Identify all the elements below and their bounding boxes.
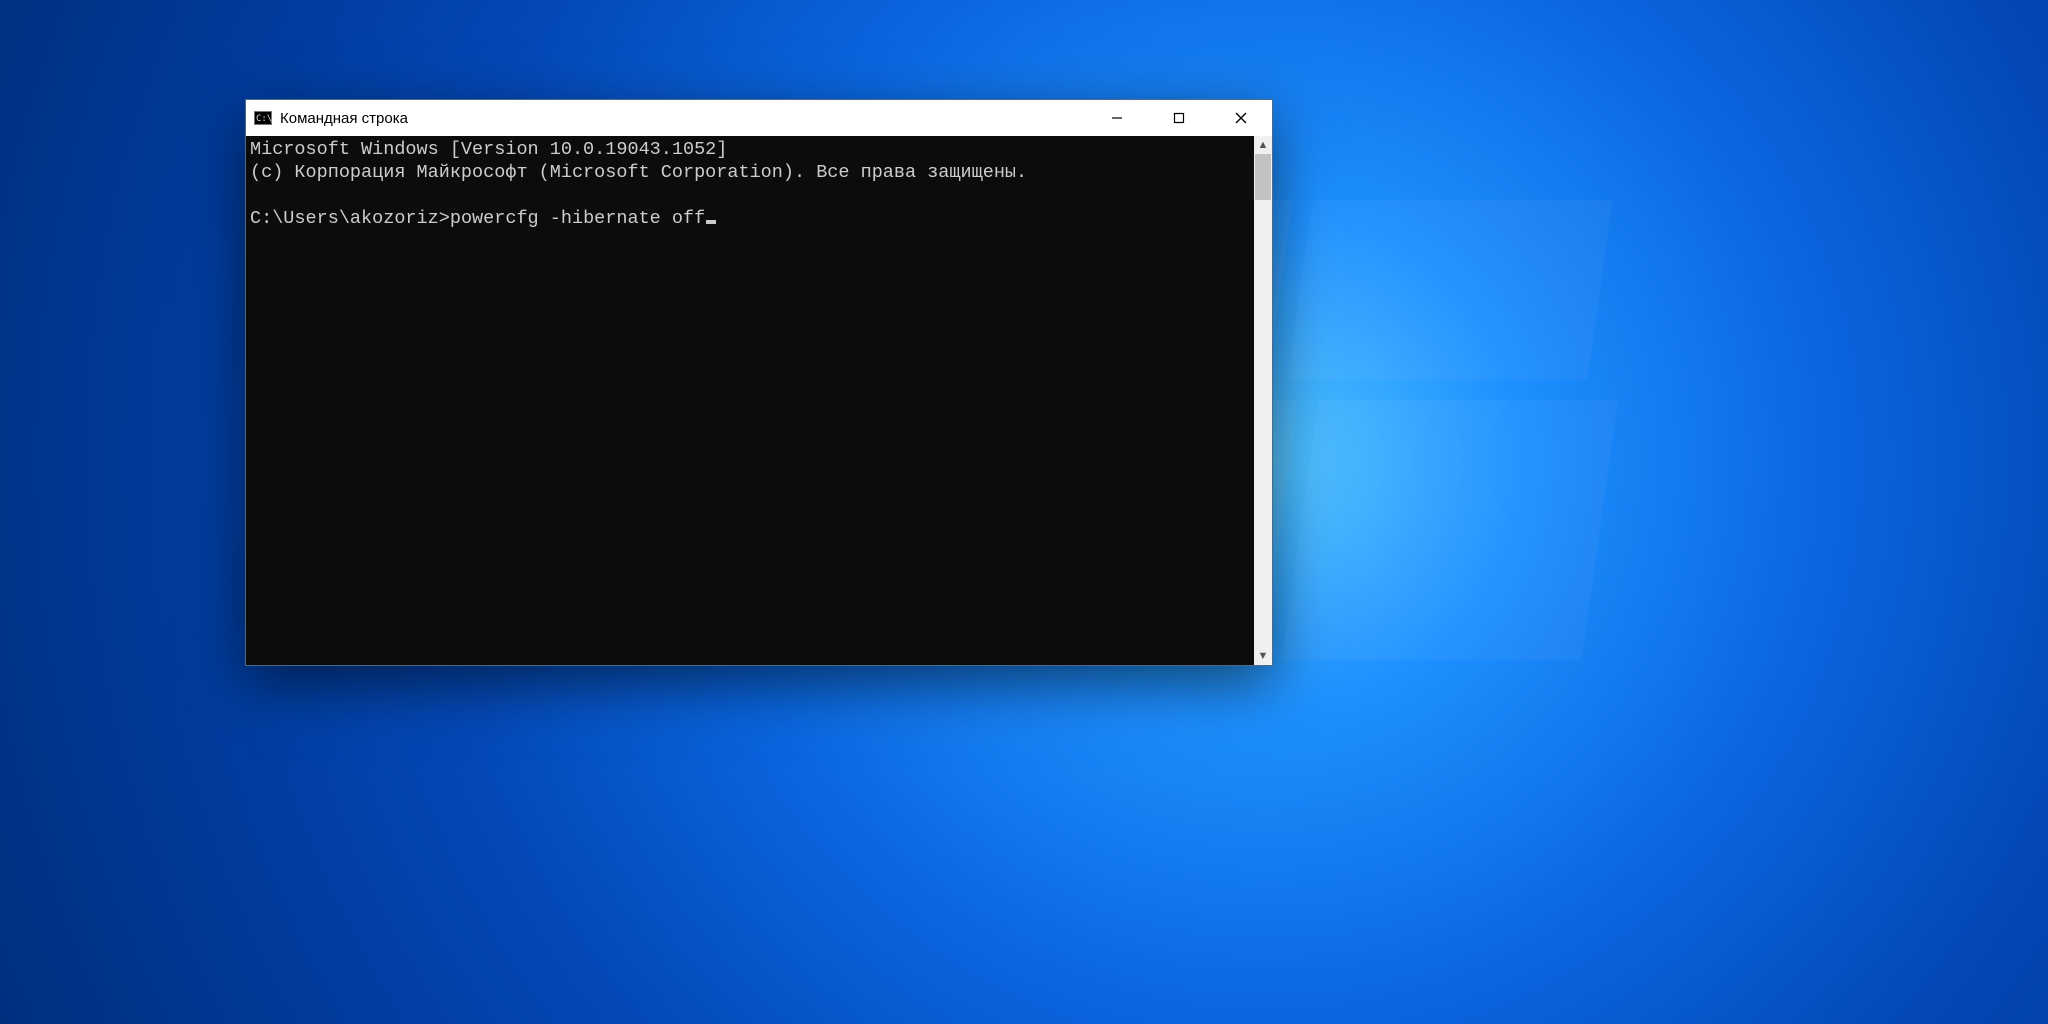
console-line-1: Microsoft Windows [Version 10.0.19043.10… bbox=[250, 139, 727, 160]
close-icon bbox=[1235, 112, 1247, 124]
command-prompt-window: C:\ Командная строка Microsoft Windows [… bbox=[245, 99, 1273, 666]
wallpaper-logo-q2 bbox=[1287, 200, 1612, 380]
text-cursor bbox=[706, 220, 716, 224]
titlebar[interactable]: C:\ Командная строка bbox=[246, 100, 1272, 136]
console-output[interactable]: Microsoft Windows [Version 10.0.19043.10… bbox=[246, 136, 1254, 665]
maximize-icon bbox=[1173, 112, 1185, 124]
console-line-2: (c) Корпорация Майкрософт (Microsoft Cor… bbox=[250, 162, 1027, 183]
scroll-thumb[interactable] bbox=[1255, 154, 1271, 200]
scroll-up-arrow-icon[interactable]: ▲ bbox=[1254, 136, 1272, 154]
scroll-track[interactable] bbox=[1254, 154, 1272, 647]
close-button[interactable] bbox=[1210, 100, 1272, 136]
wallpaper-logo-q4 bbox=[1282, 400, 1619, 660]
cmd-icon: C:\ bbox=[254, 109, 272, 127]
vertical-scrollbar[interactable]: ▲ ▼ bbox=[1254, 136, 1272, 665]
scroll-down-arrow-icon[interactable]: ▼ bbox=[1254, 647, 1272, 665]
desktop-wallpaper: C:\ Командная строка Microsoft Windows [… bbox=[0, 0, 2048, 1024]
console-prompt: C:\Users\akozoriz> bbox=[250, 208, 450, 229]
client-area: Microsoft Windows [Version 10.0.19043.10… bbox=[246, 136, 1272, 665]
console-command: powercfg -hibernate off bbox=[450, 208, 705, 229]
svg-text:C:\: C:\ bbox=[256, 114, 272, 124]
minimize-icon bbox=[1111, 112, 1123, 124]
window-title: Командная строка bbox=[280, 110, 408, 127]
maximize-button[interactable] bbox=[1148, 100, 1210, 136]
minimize-button[interactable] bbox=[1086, 100, 1148, 136]
